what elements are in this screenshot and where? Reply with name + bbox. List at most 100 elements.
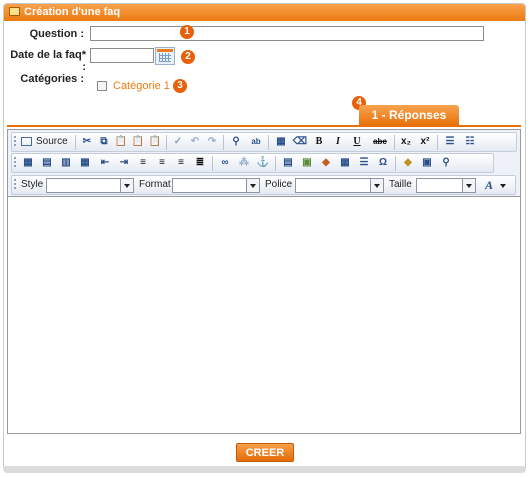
indent-icon: ⇥	[119, 157, 129, 168]
link-button[interactable]: ∞	[217, 156, 233, 170]
document-button[interactable]: ▤	[280, 156, 296, 170]
numbered-list-button[interactable]: ☰	[442, 135, 458, 149]
table-button[interactable]: ▦	[20, 156, 36, 170]
replace-button[interactable]: ab	[248, 135, 264, 149]
align-center-icon: ≡	[159, 157, 165, 168]
chevron-down-icon	[370, 179, 383, 192]
table-row-button[interactable]: ▤	[39, 156, 55, 170]
find-button[interactable]: ⚲	[228, 135, 244, 149]
editor-toolbar: Source ✂ ⧉ 📋 📋 📋 ✓ ↶ ↷ ⚲ ab ▦ ⌫ B I U ab…	[8, 130, 520, 197]
redo-icon: ↷	[207, 136, 217, 147]
maximize-icon: ▣	[422, 157, 432, 168]
calendar-icon[interactable]	[155, 47, 175, 65]
subscript-icon: x₂	[400, 136, 411, 147]
superscript-icon: x²	[420, 136, 430, 147]
folder-icon	[9, 7, 20, 16]
select-all-button[interactable]: ▦	[273, 135, 289, 149]
justify-icon: ≣	[195, 157, 205, 168]
categories-label: Catégories :	[20, 73, 84, 85]
toolbar-grip	[14, 179, 16, 191]
table-icon: ▦	[23, 157, 33, 168]
indent-button[interactable]: ⇥	[116, 156, 132, 170]
strike-button[interactable]: abc	[370, 135, 390, 149]
underline-button[interactable]: U	[349, 135, 365, 149]
category-option-label[interactable]: Catégorie 1	[113, 80, 170, 92]
align-right-icon: ≡	[178, 157, 184, 168]
toolbar-separator	[166, 135, 167, 150]
style-label: Style	[21, 179, 44, 190]
subscript-button[interactable]: x₂	[398, 135, 414, 149]
panel-titlebar: Création d'une faq	[4, 4, 525, 21]
image-button[interactable]: ▣	[299, 156, 315, 170]
taille-select[interactable]	[416, 178, 476, 193]
bold-button[interactable]: B	[311, 135, 327, 149]
table-col-button[interactable]: ▥	[58, 156, 74, 170]
remove-format-button[interactable]: ⌫	[292, 135, 308, 149]
preview-button[interactable]: ⚲	[438, 156, 454, 170]
editor-content-area[interactable]	[8, 197, 520, 433]
style-select[interactable]	[46, 178, 134, 193]
justify-button[interactable]: ≣	[192, 156, 208, 170]
badge-2: 2	[181, 50, 195, 64]
police-select[interactable]	[295, 178, 384, 193]
source-icon	[21, 137, 32, 146]
align-center-button[interactable]: ≡	[154, 156, 170, 170]
paste-button[interactable]: 📋	[113, 135, 129, 149]
taille-label: Taille	[389, 179, 412, 190]
table-cell-button[interactable]: ▦	[77, 156, 93, 170]
badge-3: 3	[173, 79, 187, 93]
badge-1: 1	[180, 25, 194, 39]
paste-special-button[interactable]: ◆	[400, 156, 416, 170]
special-char-button[interactable]: Ω	[375, 156, 391, 170]
unlink-button[interactable]: ⁂	[236, 156, 252, 170]
source-button[interactable]: Source	[20, 135, 72, 149]
bold-icon: B	[315, 136, 323, 147]
anchor-icon: ⚓	[256, 157, 270, 168]
maximize-button[interactable]: ▣	[419, 156, 435, 170]
source-label: Source	[36, 136, 68, 147]
create-button[interactable]: CREER	[236, 443, 294, 462]
omega-icon: Ω	[378, 157, 388, 168]
tab-responses[interactable]: 1 - Réponses	[359, 105, 459, 126]
spellcheck-button[interactable]: ✓	[170, 135, 186, 149]
horizontal-rule-button[interactable]: ☰	[356, 156, 372, 170]
spellcheck-icon: ✓	[173, 136, 183, 147]
question-input[interactable]	[90, 26, 484, 41]
insert-table-icon: ▦	[340, 157, 350, 168]
paste-text-button[interactable]: 📋	[130, 135, 146, 149]
link-icon: ∞	[221, 157, 229, 168]
document-icon: ▤	[283, 157, 293, 168]
copy-button[interactable]: ⧉	[96, 135, 112, 149]
redo-button[interactable]: ↷	[204, 135, 220, 149]
paste-word-icon: 📋	[148, 136, 162, 147]
italic-button[interactable]: I	[330, 135, 346, 149]
police-label: Police	[265, 179, 293, 190]
undo-icon: ↶	[190, 136, 200, 147]
outdent-button[interactable]: ⇤	[97, 156, 113, 170]
align-left-button[interactable]: ≡	[135, 156, 151, 170]
align-right-button[interactable]: ≡	[173, 156, 189, 170]
cut-button[interactable]: ✂	[79, 135, 95, 149]
toolbar-separator	[75, 135, 76, 150]
anchor-button[interactable]: ⚓	[255, 156, 271, 170]
align-left-icon: ≡	[140, 157, 146, 168]
format-label: Format	[139, 179, 171, 190]
format-select[interactable]	[172, 178, 260, 193]
flash-button[interactable]: ◆	[318, 156, 334, 170]
undo-button[interactable]: ↶	[187, 135, 203, 149]
replace-icon: ab	[251, 137, 261, 146]
insert-table-button[interactable]: ▦	[337, 156, 353, 170]
toolbar-grip	[14, 136, 16, 148]
table-cell-icon: ▦	[80, 157, 90, 168]
category-checkbox[interactable]	[97, 81, 107, 91]
bulleted-list-button[interactable]: ☷	[462, 135, 478, 149]
eraser-icon: ⌫	[292, 136, 308, 147]
paste-word-button[interactable]: 📋	[147, 135, 163, 149]
flash-icon: ◆	[322, 157, 330, 168]
scissors-icon: ✂	[82, 136, 92, 147]
date-input[interactable]	[90, 48, 154, 63]
superscript-button[interactable]: x²	[417, 135, 433, 149]
text-color-button[interactable]: A	[481, 178, 509, 192]
horizontal-rule-icon: ☰	[359, 157, 369, 168]
preview-icon: ⚲	[442, 157, 450, 168]
